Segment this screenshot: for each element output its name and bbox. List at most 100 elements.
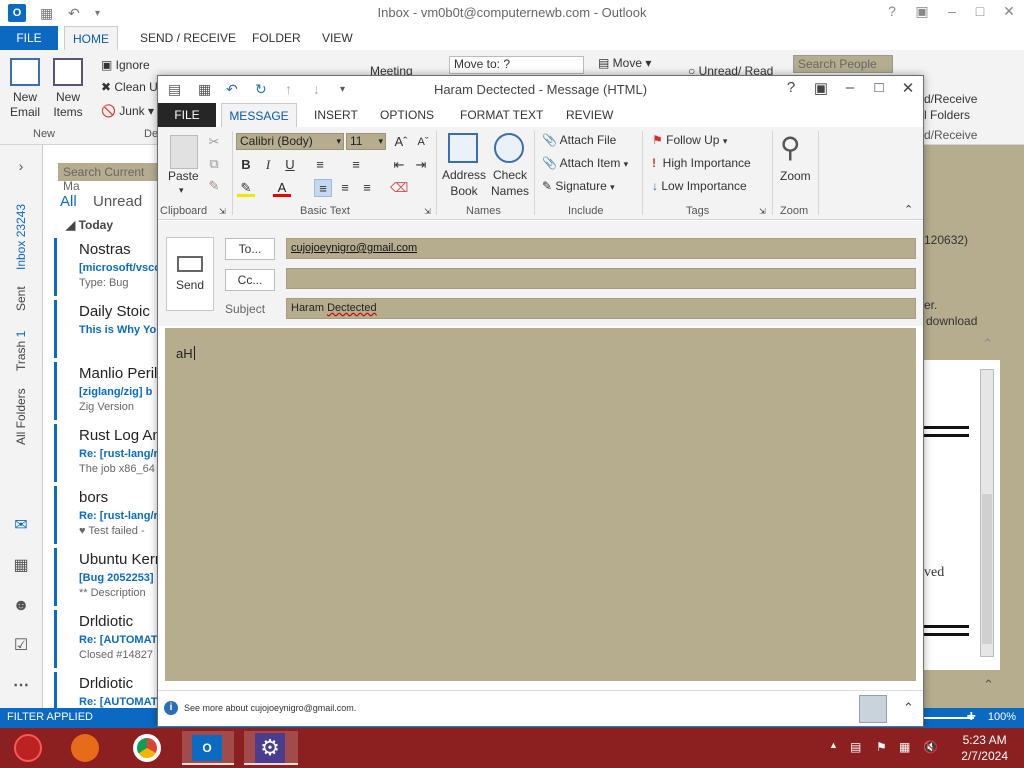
subject-field[interactable]: Haram Dectected (286, 298, 916, 319)
people-icon[interactable]: ☻ (12, 597, 30, 615)
more-icon[interactable]: ⋯ (12, 677, 30, 695)
paste-button[interactable]: Paste (168, 169, 199, 183)
maximize-icon[interactable]: □ (966, 3, 994, 19)
copy-icon[interactable]: ⧉ (205, 155, 223, 173)
tasks-icon[interactable]: ☑ (12, 637, 30, 655)
tags-launcher-icon[interactable]: ⇲ (759, 207, 766, 216)
filter-unread[interactable]: Unread (93, 193, 142, 210)
list-item[interactable]: Nostras [microsoft/vsco Type: Bug (54, 238, 162, 296)
help-icon[interactable]: ? (878, 3, 906, 19)
attach-item-button[interactable]: 📎 Attach Item ▾ (542, 156, 628, 170)
italic-icon[interactable]: I (259, 156, 277, 174)
tab-file[interactable]: FILE (0, 26, 58, 50)
search-people-input[interactable]: Search People (793, 55, 893, 73)
font-size-dropdown[interactable]: 11 ▾ (346, 133, 386, 150)
format-painter-icon[interactable]: ✎ (205, 177, 223, 195)
align-center-icon[interactable]: ≡ (336, 179, 354, 197)
underline-icon[interactable]: U (281, 156, 299, 174)
low-importance-button[interactable]: ↓ Low Importance (652, 179, 747, 193)
mail-icon[interactable]: ✉ (12, 517, 30, 535)
ribbon-options-icon[interactable]: ▣ (808, 79, 834, 97)
message-body-editor[interactable]: aH (165, 328, 916, 681)
align-left-icon[interactable]: ≡ (314, 179, 332, 197)
minimize-icon[interactable]: – (837, 79, 863, 96)
attach-file-button[interactable]: 📎 Attach File (542, 133, 616, 147)
new-email-button[interactable]: New Email (6, 58, 44, 120)
tab-folder[interactable]: FOLDER (244, 26, 309, 50)
start-button[interactable] (5, 731, 51, 765)
settings-taskbar-button[interactable]: ⚙ (244, 731, 298, 765)
tab-review[interactable]: REVIEW (566, 103, 613, 127)
ribbon-options-icon[interactable]: ▣ (908, 3, 936, 20)
collapse-ribbon-icon[interactable]: ⌃ (904, 203, 913, 216)
tab-insert[interactable]: INSERT (314, 103, 358, 127)
tab-message[interactable]: MESSAGE (221, 103, 297, 127)
maximize-icon[interactable]: □ (866, 79, 892, 96)
action-center-icon[interactable]: ▤ (850, 740, 861, 754)
list-item[interactable]: Rust Log An Re: [rust-lang/r The job x86… (54, 424, 162, 482)
flag-tray-icon[interactable]: ⚑ (876, 740, 887, 754)
clear-formatting-icon[interactable]: ⌫ (390, 179, 408, 197)
clean-up-button[interactable]: ✖ Clean U (101, 80, 158, 94)
move-to-dropdown[interactable]: Move to: ? (449, 56, 584, 74)
list-item[interactable]: Drldiotic Re: [AUTOMAT (54, 672, 162, 708)
numbering-icon[interactable]: ≡ (347, 156, 365, 174)
tab-options[interactable]: OPTIONS (380, 103, 434, 127)
new-items-button[interactable]: New Items (48, 58, 88, 120)
highlight-icon[interactable]: ✎ (237, 179, 255, 197)
nav-sent[interactable]: Sent (14, 286, 28, 311)
basic-text-launcher-icon[interactable]: ⇲ (424, 207, 431, 216)
decrease-indent-icon[interactable]: ⇤ (390, 156, 408, 174)
tray-expand-icon[interactable]: ▲ (829, 740, 838, 750)
font-color-icon[interactable]: A (273, 179, 291, 197)
bold-icon[interactable]: B (237, 156, 255, 174)
zoom-in-icon[interactable]: + (967, 708, 976, 726)
nav-inbox[interactable]: Inbox 23243 (14, 204, 28, 270)
list-item[interactable]: Ubuntu Kern [Bug 2052253] ** Description (54, 548, 162, 606)
chrome-taskbar-button[interactable] (124, 731, 170, 765)
paste-dropdown-icon[interactable]: ▾ (179, 185, 184, 196)
filter-all[interactable]: All (60, 193, 77, 210)
search-current-mailbox-input[interactable]: Search Current Ma (58, 163, 158, 193)
follow-up-button[interactable]: ⚑ Follow Up ▾ (652, 133, 727, 147)
people-pane-text[interactable]: See more about cujojoeynigro@gmail.com. (184, 703, 356, 713)
send-receive-all-button[interactable]: d/Receive (924, 92, 977, 106)
align-right-icon[interactable]: ≡ (358, 179, 376, 197)
all-folders-button[interactable]: l Folders (924, 108, 970, 122)
nav-all-folders[interactable]: All Folders (14, 388, 28, 445)
check-names-button[interactable]: Check Names (491, 167, 529, 199)
expand-people-pane-icon[interactable]: ⌃ (903, 700, 914, 716)
cc-field[interactable] (286, 268, 916, 289)
font-name-dropdown[interactable]: Calibri (Body) ▾ (236, 133, 344, 150)
to-field[interactable]: cujojoeynigro@gmail.com (286, 238, 916, 259)
list-item[interactable]: Drldiotic Re: [AUTOMAT Closed #14827 (54, 610, 162, 668)
help-icon[interactable]: ? (778, 79, 804, 96)
cc-button[interactable]: Cc... (225, 269, 275, 291)
clock[interactable]: 5:23 AM 2/7/2024 (961, 732, 1008, 764)
reading-scrollbar[interactable] (980, 369, 994, 657)
list-item[interactable]: Daily Stoic This is Why Yo (54, 300, 162, 358)
close-icon[interactable]: ✕ (995, 3, 1023, 20)
bullets-icon[interactable]: ≡ (311, 156, 329, 174)
scrollbar-thumb[interactable] (982, 494, 992, 644)
outlook-taskbar-button[interactable]: O (182, 731, 234, 765)
expand-chevron-icon[interactable]: › (12, 157, 30, 175)
volume-muted-icon[interactable]: 🔇 (923, 740, 938, 754)
tab-home[interactable]: HOME (64, 26, 118, 50)
send-button[interactable]: Send (166, 237, 214, 311)
group-today[interactable]: ◢ Today (66, 218, 113, 232)
tab-format-text[interactable]: FORMAT TEXT (460, 103, 543, 127)
zoom-level[interactable]: 100% (988, 711, 1016, 723)
close-icon[interactable]: ✕ (895, 79, 921, 97)
list-item[interactable]: Manlio Peril [ziglang/zig] b Zig Version (54, 362, 162, 420)
list-item[interactable]: bors Re: [rust-lang/r ♥ Test failed - (54, 486, 162, 544)
clipboard-launcher-icon[interactable]: ⇲ (219, 207, 226, 216)
to-button[interactable]: To... (225, 238, 275, 260)
grow-font-icon[interactable]: Aˆ (392, 133, 410, 151)
firefox-taskbar-button[interactable] (62, 731, 108, 765)
increase-indent-icon[interactable]: ⇥ (412, 156, 430, 174)
tab-view[interactable]: VIEW (314, 26, 361, 50)
network-icon[interactable]: ▦ (899, 740, 910, 754)
zoom-button[interactable]: Zoom (780, 169, 811, 183)
avatar[interactable] (859, 695, 887, 723)
